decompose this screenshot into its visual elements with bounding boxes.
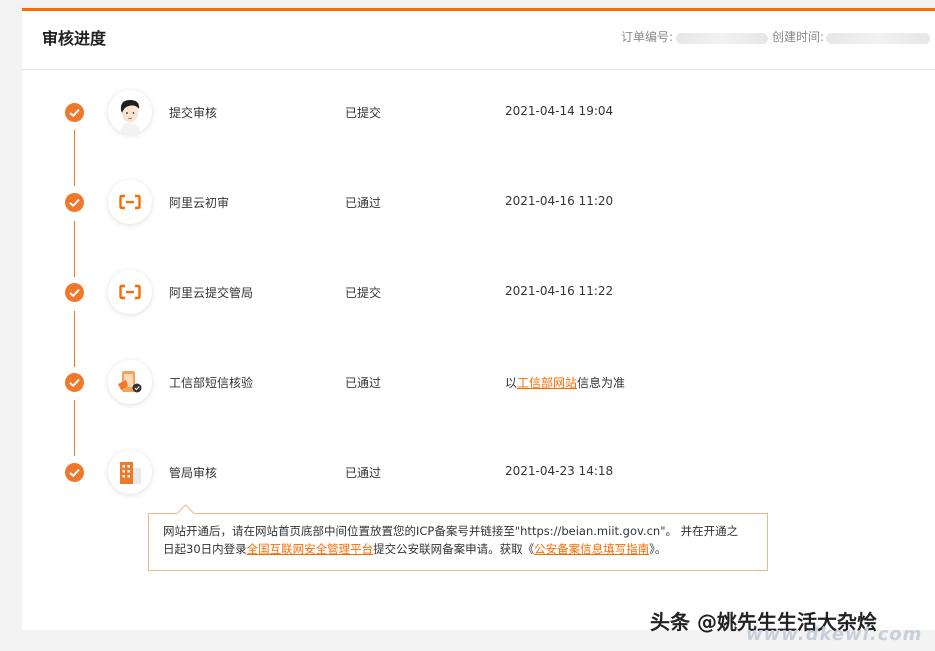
timeline-step: 工信部短信核验 已通过 以工信部网站信息为准	[22, 360, 935, 420]
timeline-step: 阿里云提交管局 已提交 2021-04-16 11:22	[22, 270, 935, 330]
notice-text: 提交公安联网备案申请。获取《	[373, 542, 535, 556]
step-name: 提交审核	[169, 106, 218, 120]
step-name: 管局审核	[169, 466, 218, 480]
notice-text: 》。	[649, 542, 667, 556]
aliyun-logo-icon	[108, 270, 152, 314]
timeline-step: 管局审核 已通过 2021-04-23 14:18	[22, 450, 935, 510]
order-number-redacted	[676, 33, 768, 44]
step-time: 2021-04-23 14:18	[505, 464, 614, 478]
step-time: 2021-04-16 11:20	[505, 194, 614, 208]
building-icon	[108, 450, 152, 494]
step-time: 2021-04-14 19:04	[505, 104, 614, 118]
phone-verify-icon	[108, 360, 152, 404]
notice-line-1: 网站开通后，请在网站首页底部中间位置放置您的ICP备案号并链接至"https:/…	[163, 524, 739, 538]
step-time-suffix: 信息为准	[577, 376, 626, 390]
aliyun-logo-icon	[108, 180, 152, 224]
step-time-prefix: 以	[505, 376, 518, 390]
security-platform-link[interactable]: 全国互联网安全管理平台	[247, 542, 374, 556]
created-time-redacted	[826, 33, 930, 44]
check-icon	[65, 463, 84, 482]
step-status: 已通过	[345, 376, 382, 390]
step-status: 已通过	[345, 466, 382, 480]
notice-line-2: 日起30日内登录全国互联网安全管理平台提交公安联网备案申请。获取《公安备案信息填…	[163, 540, 767, 558]
timeline-step: 阿里云初审 已通过 2021-04-16 11:20	[22, 180, 935, 240]
icp-notice-box: 网站开通后，请在网站首页底部中间位置放置您的ICP备案号并链接至"https:/…	[148, 504, 768, 571]
miit-website-link[interactable]: 工信部网站	[517, 376, 577, 390]
timeline-step: 提交审核 已提交 2021-04-14 19:04	[22, 90, 935, 150]
watermark-site: www.dkewl.com	[746, 624, 923, 645]
card-header: 审核进度 订单编号: 创建时间:	[22, 11, 935, 70]
notice-text: 日起30日内登录	[163, 542, 247, 556]
check-icon	[65, 103, 84, 122]
step-name: 阿里云初审	[169, 196, 230, 210]
step-time: 2021-04-16 11:22	[505, 284, 614, 298]
step-time: 以工信部网站信息为准	[505, 374, 625, 391]
step-status: 已提交	[345, 286, 382, 300]
step-status: 已提交	[345, 106, 382, 120]
step-name: 工信部短信核验	[169, 376, 254, 390]
check-icon	[65, 373, 84, 392]
review-progress-card: 审核进度 订单编号: 创建时间: 提交审核 已提交 2021-04-14 19:…	[22, 8, 935, 630]
check-icon	[65, 283, 84, 302]
created-time-label: 创建时间:	[772, 30, 825, 44]
police-record-guide-link[interactable]: 公安备案信息填写指南	[534, 542, 649, 556]
user-avatar-icon	[108, 90, 152, 134]
page-title: 审核进度	[42, 29, 107, 48]
step-status: 已通过	[345, 196, 382, 210]
order-number-label: 订单编号:	[621, 30, 674, 44]
step-name: 阿里云提交管局	[169, 286, 254, 300]
check-icon	[65, 193, 84, 212]
